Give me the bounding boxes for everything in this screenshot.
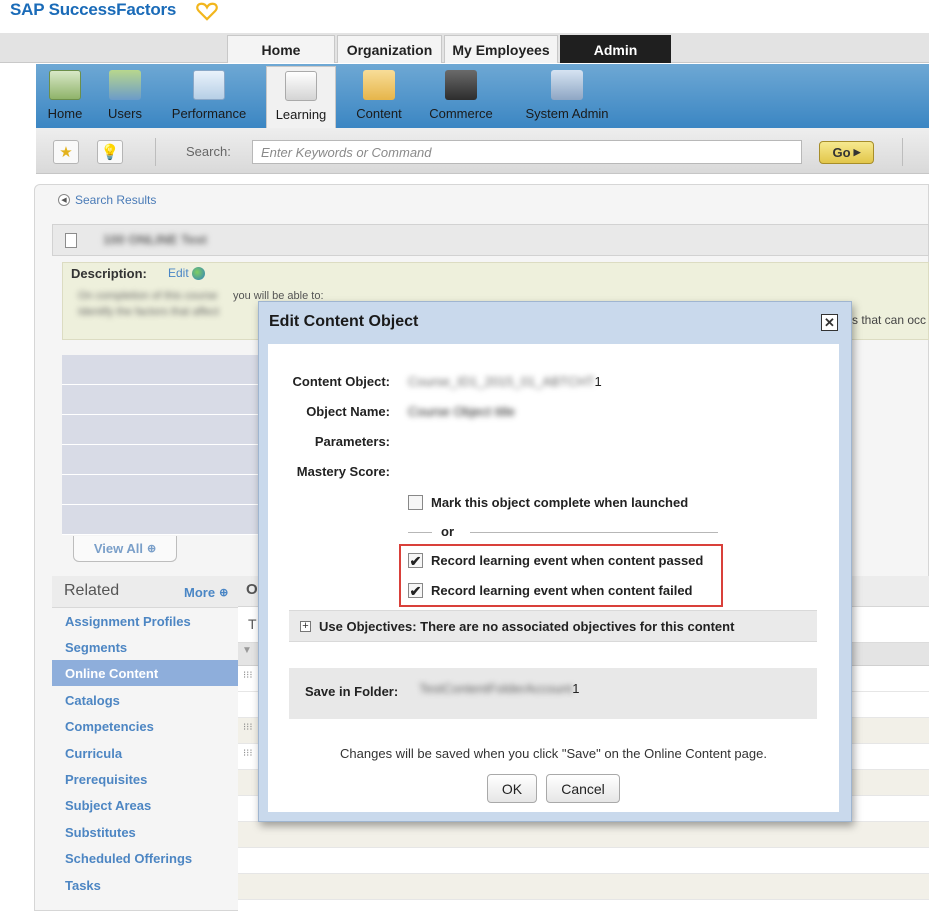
document-icon: [65, 233, 77, 248]
learning-icon: [285, 71, 317, 101]
ok-button[interactable]: OK: [487, 774, 537, 803]
mark-complete-option[interactable]: Mark this object complete when launched: [408, 495, 688, 510]
or-divider-left: [408, 532, 432, 533]
related-item-assignment-profiles[interactable]: Assignment Profiles: [52, 608, 238, 634]
record-passed-option[interactable]: ✔ Record learning event when content pas…: [408, 553, 703, 568]
module-commerce[interactable]: Commerce: [424, 70, 498, 128]
close-icon[interactable]: ✕: [821, 314, 838, 331]
top-tab-my-employees[interactable]: My Employees: [444, 35, 558, 63]
content-object-label: Content Object:: [292, 374, 391, 389]
module-content[interactable]: Content: [350, 70, 408, 128]
related-item-tasks[interactable]: Tasks: [52, 872, 238, 898]
related-item-subject-areas[interactable]: Subject Areas: [52, 792, 238, 818]
table-row: [238, 848, 929, 874]
drag-handle-icon[interactable]: ⁝⁝⁝: [238, 670, 253, 681]
grid-row: [62, 445, 262, 475]
parameters-label: Parameters:: [314, 434, 390, 449]
record-failed-option[interactable]: ✔ Record learning event when content fai…: [408, 583, 693, 598]
search-label: Search:: [186, 144, 231, 159]
description-line1-blurred: On completion of this course: [78, 290, 218, 302]
top-tab-admin[interactable]: Admin: [560, 35, 671, 63]
cancel-button[interactable]: Cancel: [546, 774, 620, 803]
related-item-scheduled-offerings[interactable]: Scheduled Offerings: [52, 845, 238, 871]
module-performance[interactable]: Performance: [166, 70, 252, 128]
module-system-admin[interactable]: System Admin: [518, 70, 616, 128]
users-icon: [109, 70, 141, 100]
use-objectives-bar[interactable]: + Use Objectives: There are no associate…: [289, 610, 817, 642]
expand-plus-icon[interactable]: +: [300, 621, 311, 632]
heart-logo-icon: [196, 2, 218, 21]
view-all-button[interactable]: View All ⊕: [73, 536, 177, 562]
related-item-prerequisites[interactable]: Prerequisites: [52, 766, 238, 792]
briefcase-icon: [445, 70, 477, 100]
object-name-label: Object Name:: [306, 404, 390, 419]
related-item-competencies[interactable]: Competencies: [52, 713, 238, 739]
brand-logo-text: SAP SuccessFactors: [10, 0, 177, 19]
grid-row: [62, 385, 262, 415]
toolbar-divider: [155, 138, 156, 166]
description-line2-tail: s that can occ: [852, 313, 927, 327]
mark-complete-checkbox[interactable]: [408, 495, 423, 510]
drag-handle-icon[interactable]: ⁝⁝⁝: [238, 748, 253, 759]
content-object-value: Course_ID1_2015_01_ABTCHT1: [408, 374, 602, 389]
module-home[interactable]: Home: [42, 70, 88, 128]
back-arrow-icon: ◀: [58, 194, 70, 206]
item-detail-grid: [62, 355, 262, 535]
arrow-right-circle-icon: ⊕: [146, 543, 157, 555]
or-divider-right: [470, 532, 718, 533]
related-item-segments[interactable]: Segments: [52, 634, 238, 660]
go-button[interactable]: Go ▶: [819, 141, 874, 164]
performance-icon: [193, 70, 225, 100]
table-row: [238, 874, 929, 900]
home-icon: [49, 70, 81, 100]
related-more-link[interactable]: More ⊕: [184, 585, 228, 600]
item-title-bar: 100 ONLINE Test: [52, 224, 929, 256]
description-edit-link[interactable]: Edit: [168, 266, 205, 280]
play-arrow-icon: ▶: [853, 147, 861, 157]
save-note: Changes will be saved when you click "Sa…: [340, 746, 767, 761]
table-row: [238, 822, 929, 848]
or-label: or: [441, 524, 454, 539]
save-folder-bar: Save in Folder: TestContentFolderAccount…: [289, 668, 817, 719]
record-passed-checkbox[interactable]: ✔: [408, 553, 423, 568]
save-folder-label: Save in Folder:: [305, 684, 399, 699]
related-item-substitutes[interactable]: Substitutes: [52, 819, 238, 845]
grid-row: [62, 505, 262, 535]
mastery-score-label: Mastery Score:: [296, 464, 390, 479]
object-name-value: Course Object title: [408, 404, 515, 419]
module-users[interactable]: Users: [100, 70, 150, 128]
item-title: 100 ONLINE Test: [103, 232, 207, 247]
folder-icon: [363, 70, 395, 100]
description-line2-blurred: Identify the factors that affect: [78, 306, 220, 318]
top-tab-organization[interactable]: Organization: [337, 35, 442, 63]
arrow-right-circle-icon: ⊕: [219, 587, 229, 599]
search-input[interactable]: [252, 140, 802, 164]
description-label: Description:: [71, 266, 147, 281]
toolbar-divider-right: [902, 138, 903, 166]
related-title: Related: [64, 582, 120, 599]
grid-row: [62, 355, 262, 385]
lightbulb-icon[interactable]: 💡: [97, 140, 123, 164]
related-item-online-content[interactable]: Online Content: [52, 660, 238, 686]
favorites-star-icon[interactable]: ★: [53, 140, 79, 164]
related-item-catalogs[interactable]: Catalogs: [52, 687, 238, 713]
module-learning[interactable]: Learning: [266, 66, 336, 128]
system-admin-icon: [551, 70, 583, 100]
grid-row: [62, 475, 262, 505]
back-to-search-results-link[interactable]: ◀ Search Results: [58, 193, 156, 207]
globe-icon: [191, 266, 205, 280]
use-objectives-text: Use Objectives: There are no associated …: [319, 619, 735, 634]
dialog-title: Edit Content Object: [269, 313, 419, 330]
top-tab-home[interactable]: Home: [227, 35, 335, 63]
record-failed-checkbox[interactable]: ✔: [408, 583, 423, 598]
related-item-curricula[interactable]: Curricula: [52, 740, 238, 766]
drag-handle-icon[interactable]: ⁝⁝⁝: [238, 722, 253, 733]
save-folder-value: TestContentFolderAccount1: [419, 681, 580, 696]
grid-row: [62, 415, 262, 445]
